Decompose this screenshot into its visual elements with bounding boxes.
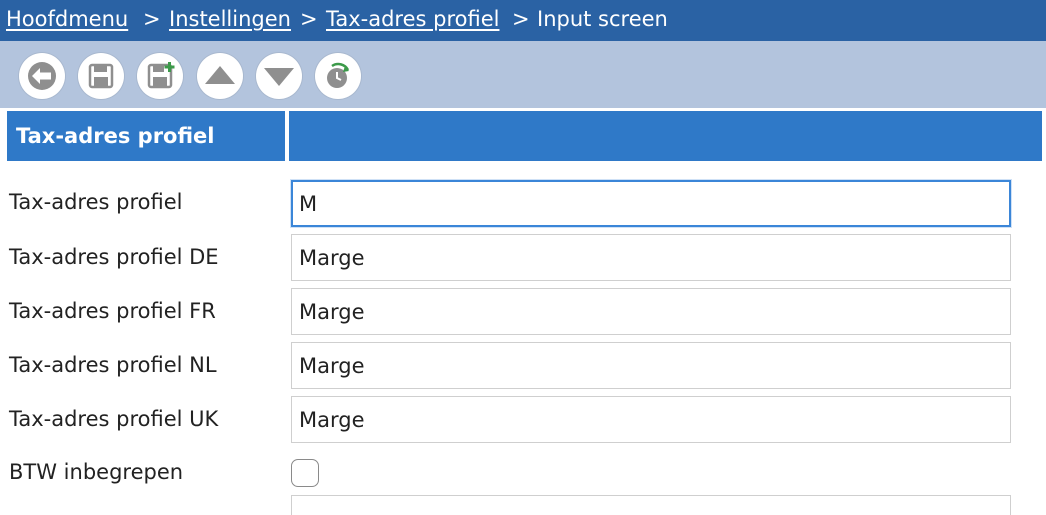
section-header: Tax-adres profiel — [7, 111, 285, 161]
clock-refresh-icon — [327, 62, 350, 88]
move-down-button[interactable] — [256, 53, 302, 99]
section-title: Tax-adres profiel — [16, 124, 215, 148]
field-label-tax-adres-profiel-fr: Tax-adres profiel FR — [9, 299, 216, 323]
floppy-icon — [88, 63, 114, 89]
breadcrumb-link-instellingen[interactable]: Instellingen — [169, 0, 291, 39]
breadcrumb-link-tax-adres-profiel[interactable]: Tax-adres profiel — [326, 0, 499, 39]
tax-adres-profiel-nl-input[interactable] — [291, 342, 1011, 389]
field-label-tax-adres-profiel: Tax-adres profiel — [9, 190, 183, 214]
field-label-tax-adres-profiel-nl: Tax-adres profiel NL — [9, 353, 217, 377]
field-label-tax-adres-profiel-uk: Tax-adres profiel UK — [9, 407, 219, 431]
breadcrumb-current: Input screen — [537, 7, 668, 31]
tax-adres-profiel-fr-input[interactable] — [291, 288, 1011, 335]
toolbar — [0, 41, 1046, 108]
save-new-button[interactable] — [137, 53, 183, 99]
section-header-spacer — [289, 111, 1042, 161]
breadcrumb-separator: > — [300, 7, 318, 31]
triangle-up-icon — [205, 66, 235, 84]
tax-adres-profiel-de-input[interactable] — [291, 234, 1011, 281]
btw-inbegrepen-checkbox[interactable] — [291, 459, 319, 487]
breadcrumb-link-hoofdmenu[interactable]: Hoofdmenu — [6, 0, 128, 39]
checkbox-label-btw-inbegrepen: BTW inbegrepen — [9, 460, 184, 484]
floppy-plus-icon — [147, 62, 175, 89]
breadcrumb-separator: > — [512, 7, 530, 31]
arrow-left-icon — [28, 62, 56, 90]
breadcrumb-separator: > — [143, 7, 161, 31]
back-button[interactable] — [19, 53, 65, 99]
breadcrumb: Hoofdmenu > Instellingen > Tax-adres pro… — [0, 0, 1046, 41]
tax-adres-profiel-uk-input[interactable] — [291, 396, 1011, 443]
field-label-tax-adres-profiel-de: Tax-adres profiel DE — [9, 245, 219, 269]
move-up-button[interactable] — [197, 53, 243, 99]
tax-adres-profiel-input[interactable] — [291, 180, 1011, 227]
history-button[interactable] — [315, 53, 361, 99]
save-button[interactable] — [78, 53, 124, 99]
triangle-down-icon — [264, 68, 294, 86]
next-field-input[interactable] — [291, 495, 1011, 515]
